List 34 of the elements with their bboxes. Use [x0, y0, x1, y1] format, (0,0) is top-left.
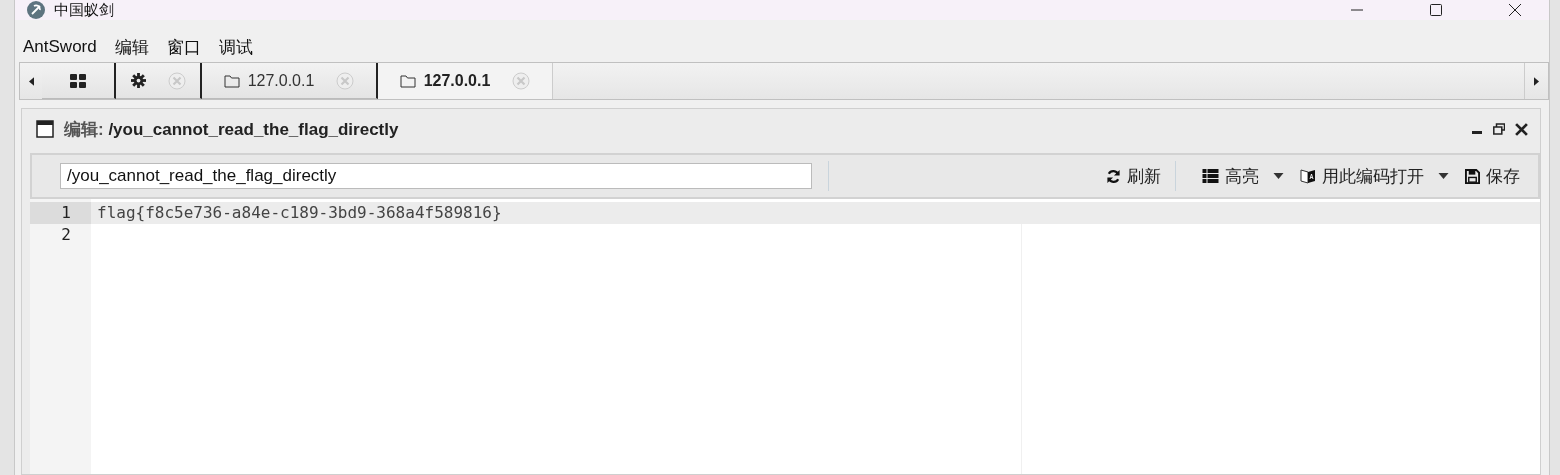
toolbar-button[interactable]: 用此编码打开 [1292, 164, 1457, 188]
close-icon[interactable] [1508, 3, 1522, 17]
save-icon [1465, 168, 1480, 184]
panel-title: 编辑: /you_cannot_read_the_flag_directly [64, 118, 399, 141]
app-logo-icon [26, 0, 46, 20]
menu-item[interactable]: AntSword [23, 37, 97, 57]
tab[interactable] [42, 63, 116, 99]
tab[interactable] [116, 63, 202, 99]
line-number: 1 [61, 203, 71, 222]
list-icon [1202, 169, 1219, 183]
menu-item[interactable]: 编辑 [114, 35, 149, 59]
tab[interactable]: 127.0.0.1 [378, 63, 553, 99]
restore-icon[interactable] [1493, 123, 1505, 135]
maximize-icon[interactable] [1429, 3, 1443, 17]
toolbar-button[interactable]: 保存 [1457, 164, 1528, 188]
toolbar-button[interactable]: 高亮 [1194, 164, 1292, 188]
grid-icon [70, 73, 86, 88]
window-title: 中国蚁剑 [54, 0, 114, 20]
gear-icon [130, 73, 146, 88]
left-arrow-icon [28, 76, 34, 86]
folder-icon [223, 73, 240, 88]
menu-item[interactable]: 窗口 [166, 35, 201, 59]
toolbar-button[interactable]: 刷新 [1098, 164, 1169, 188]
folder-icon [399, 74, 416, 88]
translate-icon [1300, 168, 1316, 184]
right-arrow-icon [1534, 76, 1539, 86]
path-field[interactable]: /you_cannot_read_the_flag_directly [60, 163, 812, 189]
code-line: flag{f8c5e736-a84e-c189-3bd9-368a4f589816} [97, 203, 502, 222]
close-icon[interactable] [1515, 122, 1528, 136]
menu-item[interactable]: 调试 [218, 35, 253, 59]
tab[interactable]: 127.0.0.1 [202, 63, 378, 99]
line-number: 2 [61, 225, 71, 244]
window-icon [36, 120, 54, 138]
refresh-icon [1106, 168, 1121, 184]
